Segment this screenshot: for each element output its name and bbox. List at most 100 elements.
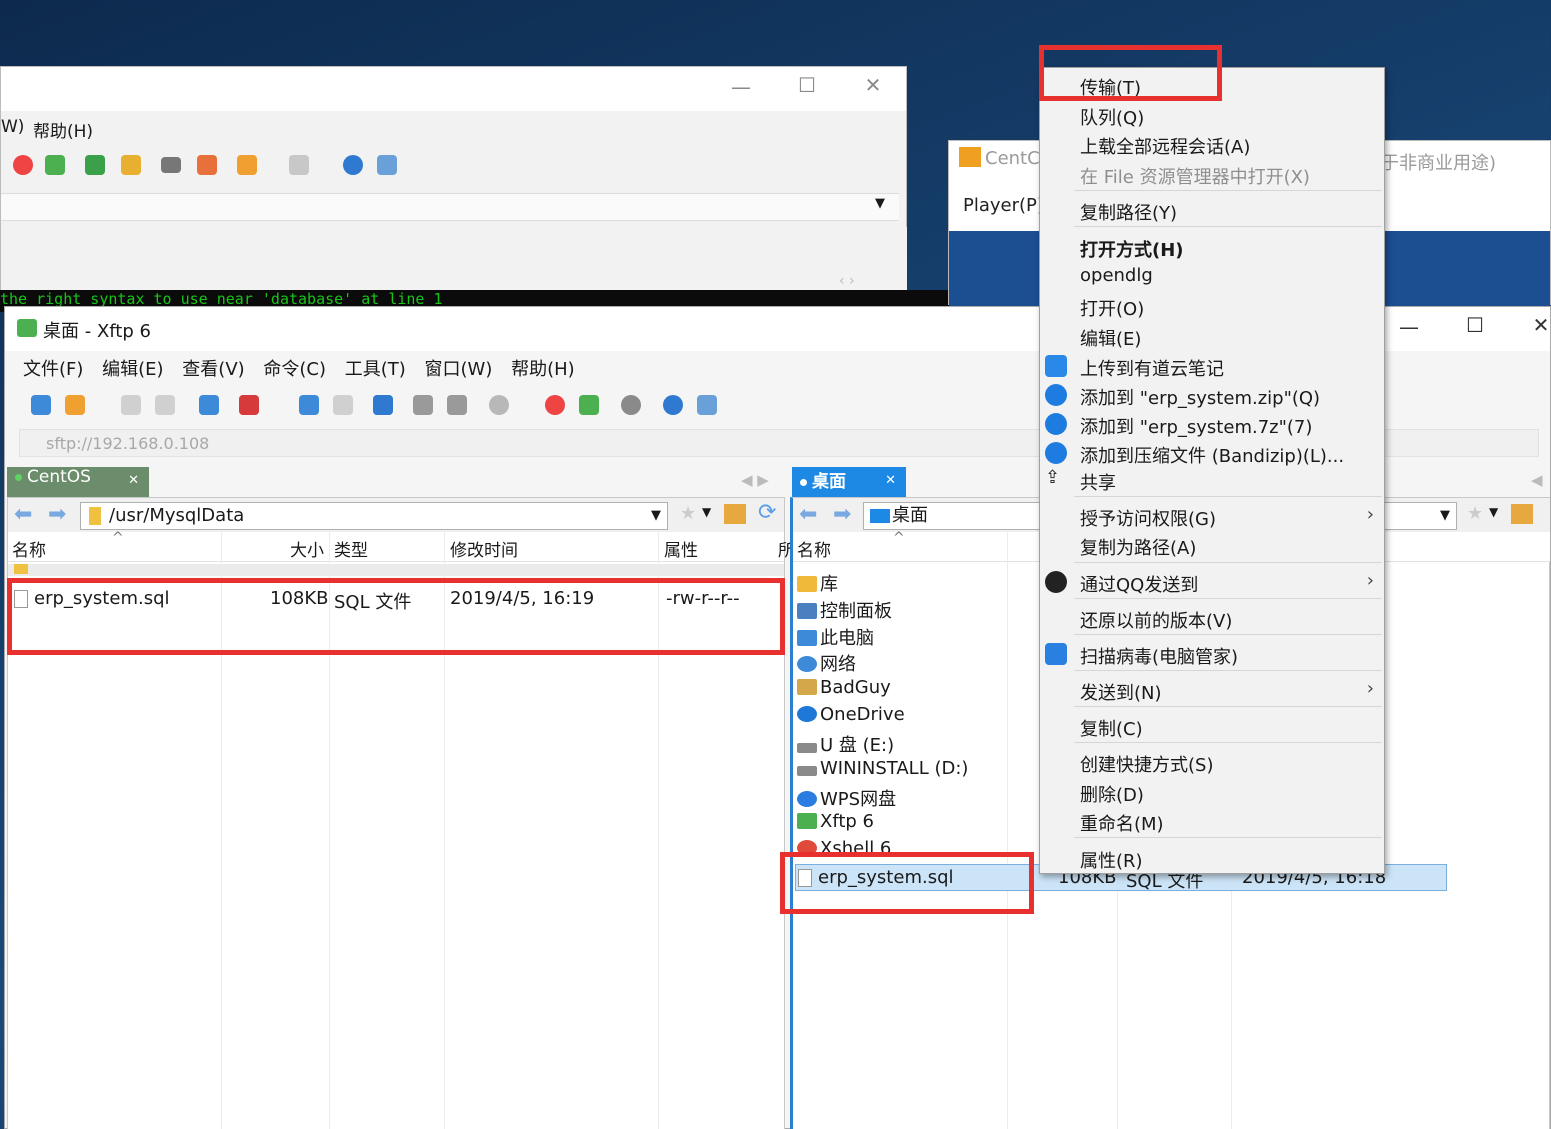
menu-item-copy[interactable]: 复制(C) — [1040, 712, 1384, 740]
lock-icon[interactable] — [121, 155, 141, 175]
home-folder-icon[interactable] — [724, 504, 746, 524]
minimize-icon[interactable]: — — [1389, 315, 1429, 339]
menu-item-send-qq[interactable]: 通过QQ发送到 › — [1040, 568, 1384, 596]
chevron-down-icon[interactable]: ▼ — [1440, 503, 1450, 529]
vm-menu-player[interactable]: Player(P) — [963, 195, 1044, 216]
menu-item-share[interactable]: ⇪ 共享 — [1040, 466, 1384, 494]
help-icon[interactable] — [343, 155, 363, 175]
menu-edit[interactable]: 编辑(E) — [102, 355, 163, 381]
settings-session-icon[interactable] — [199, 395, 219, 415]
col-size[interactable]: 大小 — [290, 536, 324, 561]
list-item[interactable]: 库 — [797, 570, 838, 597]
maximize-icon[interactable]: ☐ — [787, 73, 827, 97]
list-item[interactable]: Xftp 6 — [797, 811, 874, 838]
close-icon[interactable]: ✕ — [1521, 313, 1551, 337]
star-icon[interactable]: ★ — [680, 503, 696, 524]
xshell-icon[interactable] — [13, 155, 33, 175]
layout-icon[interactable] — [289, 155, 309, 175]
dropdown-icon[interactable]: ▼ — [875, 196, 885, 211]
scroll-arrows-icon[interactable]: ‹ › — [839, 273, 855, 289]
chevron-down-icon[interactable]: ▼ — [702, 505, 711, 519]
close-icon[interactable]: ✕ — [853, 73, 893, 97]
paste-icon[interactable] — [447, 395, 467, 415]
menu-item-scan-virus[interactable]: 扫描病毒(电脑管家) — [1040, 640, 1384, 668]
menu-item-restore-versions[interactable]: 还原以前的版本(V) — [1040, 604, 1384, 632]
list-item[interactable]: BadGuy — [797, 677, 891, 704]
col-type[interactable]: 类型 — [334, 536, 368, 561]
copy-icon[interactable] — [413, 395, 433, 415]
menu-item-grant-access[interactable]: 授予访问权限(G) › — [1040, 502, 1384, 530]
chat-icon[interactable] — [377, 155, 397, 175]
minimize-icon[interactable]: — — [721, 75, 761, 99]
menu-item-create-shortcut[interactable]: 创建快捷方式(S) — [1040, 748, 1384, 776]
menu-tools[interactable]: 工具(T) — [345, 355, 406, 381]
new-folder-icon[interactable] — [237, 155, 257, 175]
play-icon[interactable] — [239, 395, 259, 415]
chevron-down-icon[interactable]: ▼ — [651, 503, 661, 529]
menu-item-rename[interactable]: 重命名(M) — [1040, 807, 1384, 835]
open-folder-icon[interactable] — [65, 395, 85, 415]
menu-item-open[interactable]: 打开(O) — [1040, 292, 1384, 320]
fullscreen-icon[interactable] — [85, 155, 105, 175]
new-session-icon[interactable] — [31, 395, 51, 415]
list-item[interactable]: 控制面板 — [797, 597, 892, 624]
list-item[interactable]: 此电脑 — [797, 624, 874, 651]
connect-icon[interactable] — [121, 395, 141, 415]
col-name[interactable]: 名称 — [12, 536, 46, 561]
list-item[interactable]: WININSTALL (D:) — [797, 758, 968, 785]
refresh-icon[interactable]: ⟳ — [758, 500, 776, 525]
help-icon[interactable] — [663, 395, 683, 415]
menu-item-upload-all[interactable]: 上载全部远程会话(A) — [1040, 130, 1384, 158]
forward-arrow-icon[interactable]: ➡ — [48, 502, 66, 527]
menu-item-send-to[interactable]: 发送到(N) › — [1040, 676, 1384, 704]
menu-window[interactable]: 窗口(W) — [425, 355, 493, 381]
col-attr[interactable]: 属性 — [664, 536, 698, 561]
list-item[interactable]: U 盘 (E:) — [797, 731, 894, 758]
background-window-address[interactable]: ▼ — [1, 193, 899, 221]
chat-icon[interactable] — [697, 395, 717, 415]
list-item[interactable]: 网络 — [797, 650, 856, 677]
maximize-icon[interactable]: ☐ — [1455, 313, 1495, 337]
menu-item-opendlg[interactable]: opendlg — [1040, 262, 1384, 290]
file-icon[interactable] — [333, 395, 353, 415]
gear-icon[interactable] — [621, 395, 641, 415]
keyboard-icon[interactable] — [161, 157, 181, 173]
stop-icon[interactable] — [489, 395, 509, 415]
list-item[interactable]: OneDrive — [797, 704, 905, 731]
back-arrow-icon[interactable]: ⬅ — [14, 502, 32, 527]
menu-view[interactable]: 查看(V) — [182, 355, 244, 381]
menu-item-youdao[interactable]: 上传到有道云笔记 — [1040, 352, 1384, 380]
sync-icon[interactable] — [373, 395, 393, 415]
parent-folder-row[interactable] — [8, 564, 784, 576]
col-name[interactable]: 名称 — [797, 536, 831, 561]
back-arrow-icon[interactable]: ⬅ — [799, 502, 817, 527]
forward-arrow-icon[interactable]: ➡ — [833, 502, 851, 527]
menu-item-add-7z[interactable]: 添加到 "erp_system.7z"(7) — [1040, 410, 1384, 438]
disconnect-icon[interactable] — [155, 395, 175, 415]
menu-help[interactable]: 帮助(H) — [33, 117, 93, 142]
menu-item-open-with[interactable]: 打开方式(H) — [1040, 233, 1384, 261]
menu-item-add-archive[interactable]: 添加到压缩文件 (Bandizip)(L)... — [1040, 439, 1384, 467]
xshell-icon[interactable] — [545, 395, 565, 415]
menu-item-add-zip[interactable]: 添加到 "erp_system.zip"(Q) — [1040, 381, 1384, 409]
tab-close-icon[interactable]: ✕ — [128, 473, 139, 488]
tab-scroll-icon[interactable]: ◀ — [1531, 471, 1543, 489]
menu-item-edit[interactable]: 编辑(E) — [1040, 322, 1384, 350]
tab-centos[interactable]: CentOS ✕ — [7, 467, 149, 497]
xftp-icon[interactable] — [579, 395, 599, 415]
star-icon[interactable]: ★ — [1467, 503, 1483, 524]
tab-close-icon[interactable]: ✕ — [885, 473, 896, 488]
menu-window[interactable]: W) — [1, 117, 24, 137]
xftp-icon[interactable] — [45, 155, 65, 175]
menu-file[interactable]: 文件(F) — [23, 355, 83, 381]
tab-desktop[interactable]: 桌面 ✕ — [792, 467, 906, 497]
home-folder-icon[interactable] — [1511, 504, 1533, 524]
menu-command[interactable]: 命令(C) — [263, 355, 326, 381]
menu-item-copy-as-path[interactable]: 复制为路径(A) — [1040, 531, 1384, 559]
download-icon[interactable] — [299, 395, 319, 415]
highlight-icon[interactable] — [197, 155, 217, 175]
menu-item-delete[interactable]: 删除(D) — [1040, 778, 1384, 806]
tab-scroll-icon[interactable]: ◀ ▶ — [741, 471, 769, 489]
menu-item-properties[interactable]: 属性(R) — [1040, 844, 1384, 872]
col-modified[interactable]: 修改时间 — [450, 536, 518, 561]
